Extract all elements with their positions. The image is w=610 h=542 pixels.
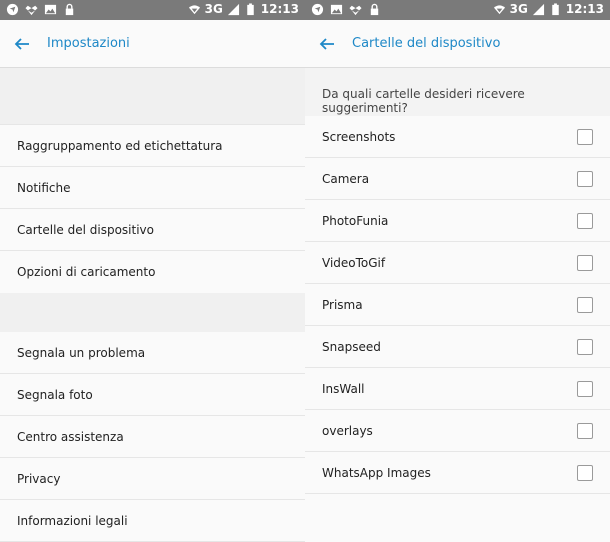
- section-divider: [0, 293, 305, 332]
- settings-item-upload-options[interactable]: Opzioni di caricamento: [0, 251, 305, 293]
- item-label: Centro assistenza: [17, 430, 124, 444]
- item-label: Opzioni di caricamento: [17, 265, 156, 279]
- location-icon: [6, 3, 19, 16]
- signal-icon: [227, 3, 239, 15]
- dropbox-icon: [25, 5, 38, 16]
- item-label: Informazioni legali: [17, 514, 128, 528]
- app-bar: Impostazioni: [0, 20, 305, 68]
- settings-item-privacy[interactable]: Privacy: [0, 458, 305, 500]
- folder-checkbox[interactable]: [577, 423, 593, 439]
- item-label: Privacy: [17, 472, 61, 486]
- folder-label: Snapseed: [322, 340, 381, 354]
- location-icon: [311, 3, 324, 16]
- folder-item-screenshots[interactable]: Screenshots: [305, 116, 610, 158]
- item-label: Cartelle del dispositivo: [17, 223, 154, 237]
- folder-checkbox[interactable]: [577, 465, 593, 481]
- folder-label: WhatsApp Images: [322, 466, 431, 480]
- status-left-icons: [6, 3, 76, 16]
- settings-group-1: Raggruppamento ed etichettatura Notifich…: [0, 125, 305, 293]
- folder-list: Screenshots Camera PhotoFunia VideoToGif…: [305, 116, 610, 494]
- folder-checkbox[interactable]: [577, 213, 593, 229]
- status-left-icons: [311, 3, 381, 16]
- battery-icon: [247, 2, 254, 15]
- folder-label: InsWall: [322, 382, 365, 396]
- item-label: Raggruppamento ed etichettatura: [17, 139, 223, 153]
- clock: 12:13: [565, 2, 604, 16]
- lock-icon: [65, 3, 74, 16]
- back-arrow-icon[interactable]: [12, 34, 32, 54]
- folder-item-camera[interactable]: Camera: [305, 158, 610, 200]
- dropbox-icon: [349, 5, 362, 16]
- app-bar: Cartelle del dispositivo: [305, 20, 610, 68]
- settings-item-legal-info[interactable]: Informazioni legali: [0, 500, 305, 542]
- item-label: Segnala foto: [17, 388, 93, 402]
- folder-checkbox[interactable]: [577, 171, 593, 187]
- folder-checkbox[interactable]: [577, 255, 593, 271]
- settings-screen: 3G 12:13 Impostazioni Raggruppamento ed …: [0, 0, 305, 542]
- lock-icon: [370, 3, 379, 16]
- clock: 12:13: [260, 2, 299, 16]
- page-title: Cartelle del dispositivo: [352, 36, 501, 51]
- status-bar: 3G 12:13: [305, 0, 610, 20]
- folder-label: Camera: [322, 172, 370, 186]
- item-label: Segnala un problema: [17, 346, 146, 360]
- folder-label: Prisma: [322, 298, 363, 312]
- folders-question: Da quali cartelle desideri ricevere sugg…: [305, 68, 610, 116]
- folder-checkbox[interactable]: [577, 339, 593, 355]
- settings-item-grouping[interactable]: Raggruppamento ed etichettatura: [0, 125, 305, 167]
- wifi-icon: [188, 4, 200, 14]
- folder-item-inswall[interactable]: InsWall: [305, 368, 610, 410]
- page-title: Impostazioni: [47, 36, 130, 51]
- item-label: Notifiche: [17, 181, 71, 195]
- network-type: 3G: [204, 2, 223, 16]
- status-bar: 3G 12:13: [0, 0, 305, 20]
- settings-item-notifications[interactable]: Notifiche: [0, 167, 305, 209]
- folder-label: overlays: [322, 424, 373, 438]
- settings-item-report-problem[interactable]: Segnala un problema: [0, 332, 305, 374]
- folder-checkbox[interactable]: [577, 381, 593, 397]
- signal-icon: [532, 3, 544, 15]
- folder-label: VideoToGif: [322, 256, 386, 270]
- settings-item-report-photo[interactable]: Segnala foto: [0, 374, 305, 416]
- folder-item-overlays[interactable]: overlays: [305, 410, 610, 452]
- folder-item-photofunia[interactable]: PhotoFunia: [305, 200, 610, 242]
- settings-item-device-folders[interactable]: Cartelle del dispositivo: [0, 209, 305, 251]
- folder-item-prisma[interactable]: Prisma: [305, 284, 610, 326]
- folder-checkbox[interactable]: [577, 297, 593, 313]
- folder-item-videotogif[interactable]: VideoToGif: [305, 242, 610, 284]
- device-folders-screen: 3G 12:13 Cartelle del dispositivo Da qua…: [305, 0, 610, 542]
- battery-icon: [552, 2, 559, 15]
- back-arrow-icon[interactable]: [317, 34, 337, 54]
- folder-item-snapseed[interactable]: Snapseed: [305, 326, 610, 368]
- image-icon: [44, 4, 57, 15]
- settings-item-help-center[interactable]: Centro assistenza: [0, 416, 305, 458]
- status-right-icons: 3G 12:13: [188, 2, 299, 16]
- status-right-icons: 3G 12:13: [493, 2, 604, 16]
- question-text: Da quali cartelle desideri ricevere sugg…: [322, 87, 525, 115]
- section-divider: [0, 68, 305, 125]
- wifi-icon: [493, 4, 505, 14]
- network-type: 3G: [509, 2, 528, 16]
- folder-label: PhotoFunia: [322, 214, 389, 228]
- settings-group-2: Segnala un problema Segnala foto Centro …: [0, 332, 305, 542]
- image-icon: [330, 4, 343, 15]
- folder-checkbox[interactable]: [577, 129, 593, 145]
- folder-item-whatsapp-images[interactable]: WhatsApp Images: [305, 452, 610, 494]
- folder-label: Screenshots: [322, 130, 396, 144]
